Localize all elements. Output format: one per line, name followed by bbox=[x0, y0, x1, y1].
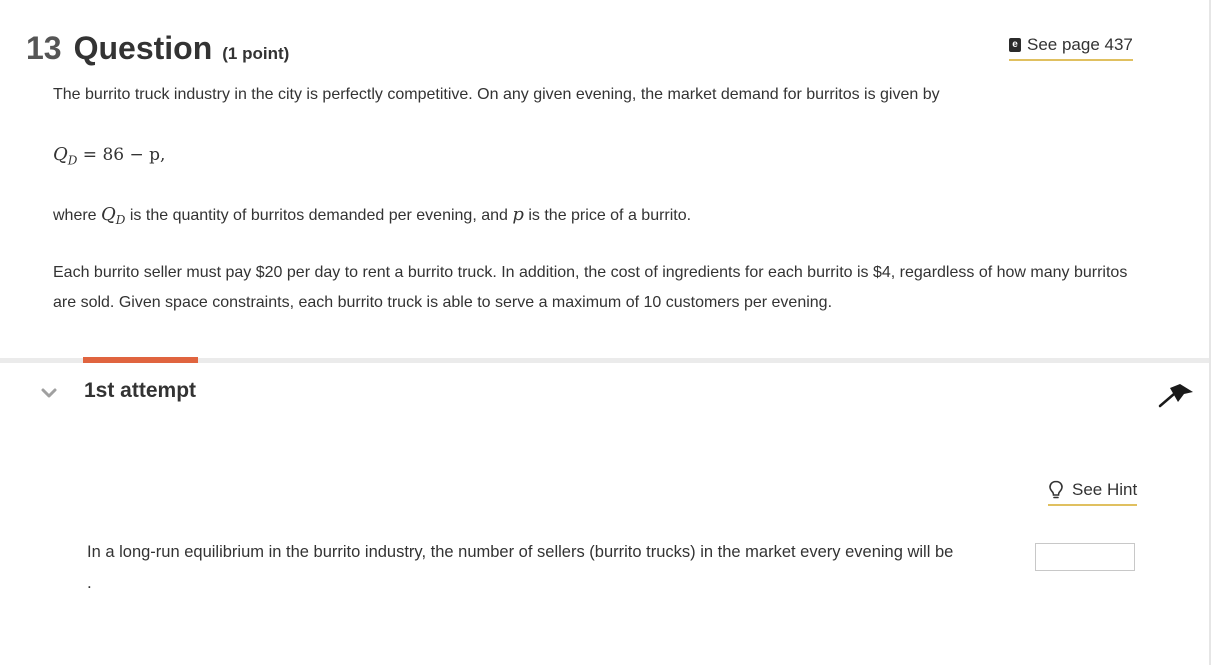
attempt-tab-indicator bbox=[83, 357, 198, 363]
flag-icon[interactable] bbox=[1158, 380, 1196, 410]
demand-equation: QD = 86 − p, bbox=[53, 144, 166, 168]
answer-prompt: In a long-run equilibrium in the burrito… bbox=[87, 543, 954, 561]
chevron-down-icon[interactable] bbox=[40, 384, 58, 402]
question-header: 13 Question (1 point) bbox=[26, 30, 289, 67]
question-intro: The burrito truck industry in the city i… bbox=[53, 86, 940, 103]
answer-input[interactable] bbox=[1035, 543, 1135, 571]
trailing-period: . bbox=[87, 573, 92, 592]
cost-description: Each burrito seller must pay $20 per day… bbox=[53, 264, 1128, 311]
see-page-label: See page 437 bbox=[1027, 35, 1133, 54]
question-number: 13 bbox=[26, 30, 62, 66]
see-page-link[interactable]: e See page 437 bbox=[1009, 35, 1133, 61]
attempt-label: 1st attempt bbox=[84, 379, 197, 402]
question-points: (1 point) bbox=[222, 44, 290, 63]
question-page: 13 Question (1 point) e See page 437 The… bbox=[0, 0, 1211, 665]
see-hint-link[interactable]: See Hint bbox=[1048, 480, 1138, 506]
variable-definitions: where QD is the quantity of burritos dem… bbox=[53, 204, 692, 228]
lightbulb-icon bbox=[1049, 480, 1063, 499]
see-hint-label: See Hint bbox=[1072, 480, 1138, 499]
question-title: Question bbox=[73, 30, 213, 66]
book-icon: e bbox=[1009, 38, 1021, 52]
